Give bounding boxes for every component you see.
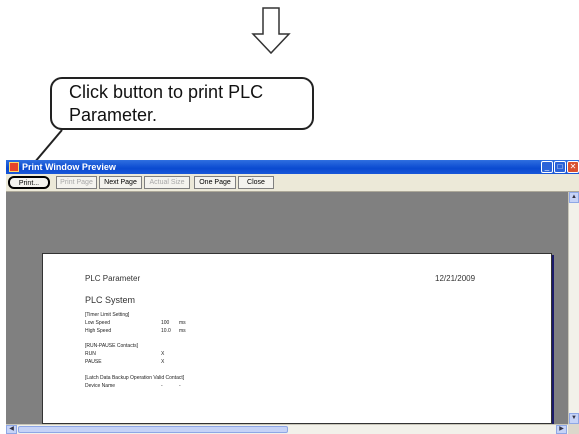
maximize-button[interactable]: □ — [554, 161, 566, 173]
section-heading: [Timer Limit Setting] — [85, 312, 130, 318]
one-page-button[interactable]: One Page — [194, 176, 236, 189]
actual-size-button[interactable]: Actual Size — [144, 176, 190, 189]
param-unit: ms — [179, 328, 186, 334]
callout-box: Click button to print PLC Parameter. — [50, 77, 314, 130]
horizontal-scrollbar[interactable]: ◀ ▶ — [6, 424, 568, 434]
scroll-up-icon[interactable]: ▲ — [569, 192, 579, 203]
param-value: 10.0 — [161, 328, 171, 334]
scroll-down-icon[interactable]: ▼ — [569, 413, 579, 424]
horizontal-scroll-thumb[interactable] — [18, 426, 288, 433]
close-window-button[interactable]: ✕ — [567, 161, 579, 173]
close-button[interactable]: Close — [238, 176, 274, 189]
scroll-left-icon[interactable]: ◀ — [6, 425, 17, 434]
callout-text: Click button to print PLC Parameter. — [69, 82, 264, 125]
app-icon — [9, 162, 19, 172]
param-value: X — [161, 351, 165, 357]
section-heading: [Latch Data Backup Operation Valid Conta… — [85, 375, 185, 381]
print-button[interactable]: Print... — [8, 176, 50, 189]
param-unit: - — [179, 383, 181, 389]
param-label: High Speed — [85, 328, 112, 334]
minimize-button[interactable]: _ — [541, 161, 553, 173]
window-title: Print Window Preview — [22, 162, 116, 172]
param-label: PAUSE — [85, 359, 102, 365]
param-label: Device Name — [85, 383, 116, 389]
document-date: 12/21/2009 — [435, 274, 476, 283]
param-value: - — [161, 383, 163, 389]
toolbar: Print... Print Page Next Page Actual Siz… — [6, 174, 579, 192]
param-value: X — [161, 359, 165, 365]
document-subtitle: PLC System — [85, 295, 136, 305]
preview-page: PLC Parameter 12/21/2009 PLC System [Tim… — [42, 253, 552, 424]
print-page-button[interactable]: Print Page — [56, 176, 97, 189]
down-arrow-icon — [251, 7, 291, 55]
section-heading: [RUN-PAUSE Contacts] — [85, 343, 138, 349]
param-label: Low Speed — [85, 320, 111, 326]
preview-area[interactable]: PLC Parameter 12/21/2009 PLC System [Tim… — [6, 192, 568, 424]
scroll-right-icon[interactable]: ▶ — [556, 425, 567, 434]
param-unit: ms — [179, 320, 186, 326]
document-title: PLC Parameter — [85, 274, 141, 283]
next-page-button[interactable]: Next Page — [99, 176, 142, 189]
print-preview-window: Print Window Preview _ □ ✕ Print... Prin… — [6, 160, 579, 434]
title-bar: Print Window Preview _ □ ✕ — [6, 160, 579, 174]
vertical-scrollbar[interactable]: ▲ ▼ — [568, 192, 579, 424]
param-label: RUN — [85, 351, 96, 357]
param-value: 100 — [161, 320, 170, 326]
